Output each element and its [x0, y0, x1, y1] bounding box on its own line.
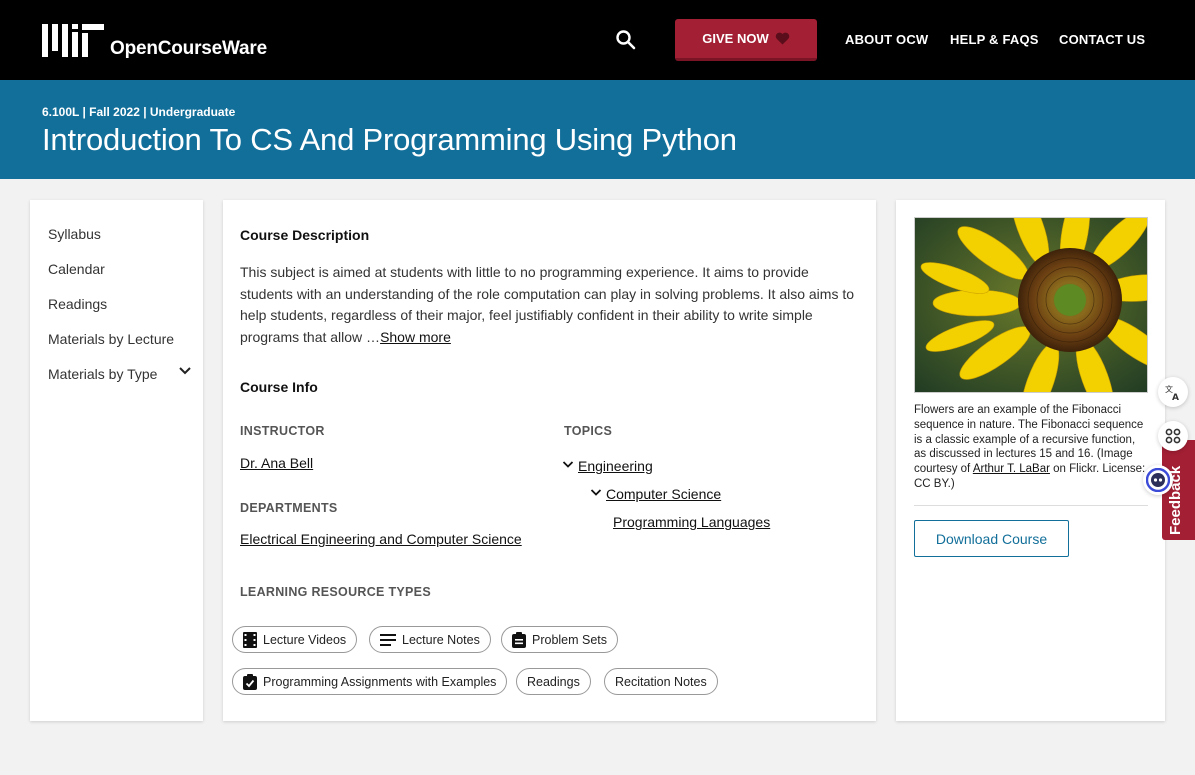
- course-description-text: This subject is aimed at students with l…: [240, 264, 855, 345]
- instructor-link[interactable]: Dr. Ana Bell: [240, 455, 313, 471]
- film-icon: [243, 631, 257, 648]
- mit-ocw-logo[interactable]: OpenCourseWare: [42, 24, 267, 59]
- image-credit-link[interactable]: Arthur T. LaBar: [973, 463, 1050, 475]
- apps-grid-icon[interactable]: [1158, 421, 1188, 451]
- resource-type-recitation-notes[interactable]: Recitation Notes: [604, 668, 718, 695]
- resource-type-label: Problem Sets: [532, 632, 608, 647]
- resource-type-problem-sets[interactable]: Problem Sets: [501, 626, 619, 653]
- learning-resource-types-label: LEARNING RESOURCE TYPES: [240, 585, 431, 599]
- course-image-sunflower: [914, 217, 1148, 393]
- give-now-label: GIVE NOW: [702, 31, 769, 46]
- mit-logo-icon: [42, 24, 104, 57]
- sidebar-item-readings[interactable]: Readings: [48, 296, 107, 312]
- give-now-button[interactable]: GIVE NOW: [675, 19, 817, 61]
- resource-type-lecture-notes[interactable]: Lecture Notes: [369, 626, 491, 653]
- sidebar-item-materials-by-type[interactable]: Materials by Type: [48, 366, 157, 382]
- course-info-heading: Course Info: [240, 379, 318, 395]
- resource-type-label: Programming Assignments with Examples: [263, 674, 497, 689]
- topics-label: TOPICS: [564, 424, 613, 438]
- resource-type-lecture-videos[interactable]: Lecture Videos: [232, 626, 358, 653]
- sidebar-item-syllabus[interactable]: Syllabus: [48, 226, 101, 242]
- sidebar-item-materials-by-lecture[interactable]: Materials by Lecture: [48, 331, 174, 347]
- download-course-button[interactable]: Download Course: [914, 520, 1069, 557]
- sidebar-item-calendar[interactable]: Calendar: [48, 261, 105, 277]
- chevron-down-icon[interactable]: [562, 460, 574, 469]
- assignment-check-icon: [243, 673, 257, 690]
- resource-type-label: Recitation Notes: [615, 674, 707, 689]
- resource-type-label: Lecture Videos: [263, 632, 347, 647]
- course-sidebar: Syllabus Calendar Readings Materials by …: [30, 200, 203, 721]
- nav-about-ocw[interactable]: ABOUT OCW: [845, 32, 928, 47]
- topic-programming-languages-link[interactable]: Programming Languages: [613, 514, 770, 530]
- instructor-label: INSTRUCTOR: [240, 424, 325, 438]
- course-description-heading: Course Description: [240, 227, 370, 243]
- top-navbar: OpenCourseWare GIVE NOW ABOUT OCW HELP &…: [0, 0, 1195, 80]
- nav-help-faqs[interactable]: HELP & FAQS: [950, 32, 1039, 47]
- translate-icon[interactable]: 文A: [1158, 377, 1188, 407]
- departments-label: DEPARTMENTS: [240, 501, 338, 515]
- course-description: This subject is aimed at students with l…: [240, 262, 860, 348]
- heart-icon: [775, 32, 789, 45]
- resource-type-label: Lecture Notes: [402, 632, 480, 647]
- svg-text:A: A: [1172, 393, 1179, 401]
- topic-computer-science-link[interactable]: Computer Science: [606, 486, 721, 502]
- resource-type-label: Readings: [527, 674, 580, 689]
- department-link[interactable]: Electrical Engineering and Computer Scie…: [240, 531, 522, 547]
- divider: [914, 505, 1148, 506]
- clipboard-icon: [512, 631, 526, 648]
- nav-contact-us[interactable]: CONTACT US: [1059, 32, 1145, 47]
- image-caption: Flowers are an example of the Fibonacci …: [914, 403, 1150, 492]
- chat-assistant-icon[interactable]: [1143, 465, 1173, 495]
- course-banner: 6.100L | Fall 2022 | Undergraduate Intro…: [0, 80, 1195, 179]
- resource-type-readings[interactable]: Readings: [516, 668, 591, 695]
- logo-text: OpenCourseWare: [110, 38, 267, 59]
- chevron-down-icon[interactable]: [178, 366, 192, 376]
- course-home-content: Course Description This subject is aimed…: [223, 200, 876, 721]
- search-icon[interactable]: [614, 28, 638, 52]
- notes-icon: [380, 633, 396, 646]
- chevron-down-icon[interactable]: [590, 488, 602, 497]
- course-meta: 6.100L | Fall 2022 | Undergraduate: [42, 105, 236, 119]
- topic-engineering-link[interactable]: Engineering: [578, 458, 653, 474]
- show-more-link[interactable]: Show more: [380, 329, 451, 345]
- resource-type-programming-assignments[interactable]: Programming Assignments with Examples: [232, 668, 508, 695]
- course-image-panel: Flowers are an example of the Fibonacci …: [896, 200, 1165, 721]
- course-title: Introduction To CS And Programming Using…: [42, 122, 737, 157]
